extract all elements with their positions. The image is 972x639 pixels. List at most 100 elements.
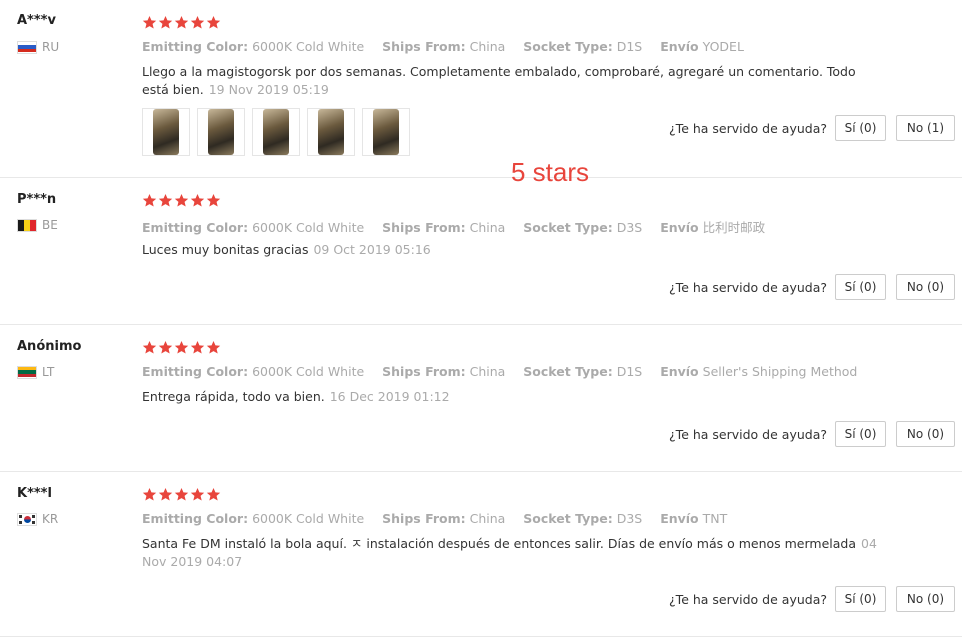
- star-icon: [190, 487, 206, 502]
- prop-key-color: Emitting Color:: [142, 220, 249, 235]
- prop-key-socket: Socket Type:: [523, 220, 613, 235]
- prop-value-envio: YODEL: [702, 39, 744, 54]
- helpful-question: ¿Te ha servido de ayuda?: [669, 120, 827, 136]
- star-icon: [174, 487, 190, 502]
- star-icon: [206, 487, 222, 502]
- reviewer-country: RU: [17, 40, 59, 54]
- prop-value-envio: TNT: [702, 511, 728, 526]
- prop-key-socket: Socket Type:: [523, 511, 613, 526]
- prop-key-ships: Ships From:: [382, 39, 466, 54]
- prop-value-ships: China: [469, 220, 506, 235]
- reviewer-name: K***l: [17, 486, 52, 501]
- prop-value-envio: Seller's Shipping Method: [702, 364, 858, 379]
- review-photo-thumbnail[interactable]: [197, 108, 245, 156]
- prop-key-color: Emitting Color:: [142, 39, 249, 54]
- country-code: RU: [42, 40, 60, 54]
- review-divider: [0, 636, 962, 637]
- prop-key-envio: Envío: [660, 364, 699, 379]
- helpful-yes-button[interactable]: Sí (0): [835, 115, 886, 141]
- review-date: 16 Dec 2019 01:12: [329, 389, 450, 404]
- country-code: LT: [42, 365, 55, 379]
- review-comment: Luces muy bonitas gracias 09 Oct 2019 05:…: [142, 241, 877, 259]
- prop-value-socket: D1S: [616, 364, 643, 379]
- review-photo-thumbnail[interactable]: [142, 108, 190, 156]
- lithuania-flag-icon: [17, 365, 37, 379]
- review-divider: [0, 177, 962, 178]
- star-icon: [158, 340, 174, 355]
- helpful-no-button[interactable]: No (0): [896, 421, 955, 447]
- prop-key-ships: Ships From:: [382, 364, 466, 379]
- star-icon: [142, 193, 158, 208]
- helpful-no-button[interactable]: No (1): [896, 115, 955, 141]
- prop-value-ships: China: [469, 511, 506, 526]
- prop-key-color: Emitting Color:: [142, 364, 249, 379]
- helpful-question: ¿Te ha servido de ayuda?: [669, 426, 827, 442]
- comment-text: Luces muy bonitas gracias: [142, 242, 309, 257]
- star-icon: [158, 15, 174, 30]
- review-photo-thumbnail[interactable]: [252, 108, 300, 156]
- helpful-yes-button[interactable]: Sí (0): [835, 586, 886, 612]
- russia-flag-icon: [17, 40, 37, 54]
- prop-key-ships: Ships From:: [382, 220, 466, 235]
- star-icon: [158, 487, 174, 502]
- prop-value-ships: China: [469, 39, 506, 54]
- prop-key-envio: Envío: [660, 220, 699, 235]
- star-icon: [142, 340, 158, 355]
- review-photo-thumbnail[interactable]: [307, 108, 355, 156]
- helpful-row: ¿Te ha servido de ayuda? Sí (0) No (0): [669, 586, 955, 612]
- review-date: 19 Nov 2019 05:19: [208, 82, 329, 97]
- overlay-label: 5 stars: [511, 157, 590, 187]
- review-photos: [142, 108, 417, 156]
- product-properties: Emitting Color: 6000K Cold White Ships F…: [142, 39, 758, 54]
- star-icon: [158, 193, 174, 208]
- product-properties: Emitting Color: 6000K Cold White Ships F…: [142, 511, 741, 526]
- helpful-no-button[interactable]: No (0): [896, 586, 955, 612]
- country-code: BE: [42, 218, 58, 232]
- reviewer-name: P***n: [17, 192, 57, 207]
- prop-key-socket: Socket Type:: [523, 39, 613, 54]
- product-properties: Emitting Color: 6000K Cold White Ships F…: [142, 217, 779, 236]
- belgium-flag-icon: [17, 218, 37, 232]
- reviewer-name: A***v: [17, 13, 56, 28]
- prop-key-socket: Socket Type:: [523, 364, 613, 379]
- star-rating: [142, 487, 222, 502]
- product-properties: Emitting Color: 6000K Cold White Ships F…: [142, 364, 871, 379]
- helpful-row: ¿Te ha servido de ayuda? Sí (0) No (1): [669, 115, 955, 141]
- helpful-row: ¿Te ha servido de ayuda? Sí (0) No (0): [669, 421, 955, 447]
- star-icon: [142, 487, 158, 502]
- prop-value-color: 6000K Cold White: [252, 39, 365, 54]
- comment-text: Entrega rápida, todo va bien.: [142, 389, 325, 404]
- prop-value-color: 6000K Cold White: [252, 511, 365, 526]
- helpful-yes-button[interactable]: Sí (0): [835, 274, 886, 300]
- star-icon: [174, 15, 190, 30]
- helpful-yes-button[interactable]: Sí (0): [835, 421, 886, 447]
- star-rating: [142, 193, 222, 208]
- review-photo-thumbnail[interactable]: [362, 108, 410, 156]
- reviewer-country: BE: [17, 218, 58, 232]
- helpful-question: ¿Te ha servido de ayuda?: [669, 279, 827, 295]
- prop-value-socket: D1S: [616, 39, 643, 54]
- prop-value-envio: 比利时邮政: [702, 220, 766, 235]
- review-comment: Entrega rápida, todo va bien. 16 Dec 2019…: [142, 388, 877, 406]
- korea-flag-icon: [17, 512, 37, 526]
- star-icon: [190, 193, 206, 208]
- prop-value-ships: China: [469, 364, 506, 379]
- star-rating: [142, 340, 222, 355]
- prop-value-color: 6000K Cold White: [252, 220, 365, 235]
- review-comment: Llego a la magistogorsk por dos semanas.…: [142, 63, 877, 99]
- prop-key-color: Emitting Color:: [142, 511, 249, 526]
- helpful-no-button[interactable]: No (0): [896, 274, 955, 300]
- prop-key-envio: Envío: [660, 511, 699, 526]
- star-icon: [206, 193, 222, 208]
- star-icon: [206, 15, 222, 30]
- star-icon: [142, 15, 158, 30]
- star-rating: [142, 15, 222, 30]
- prop-value-color: 6000K Cold White: [252, 364, 365, 379]
- prop-value-socket: D3S: [616, 511, 643, 526]
- review-comment: Santa Fe DM instaló la bola aquí. ㅈ inst…: [142, 535, 877, 571]
- review-divider: [0, 471, 962, 472]
- review-divider: [0, 324, 962, 325]
- helpful-question: ¿Te ha servido de ayuda?: [669, 591, 827, 607]
- star-icon: [190, 15, 206, 30]
- prop-value-socket: D3S: [616, 220, 643, 235]
